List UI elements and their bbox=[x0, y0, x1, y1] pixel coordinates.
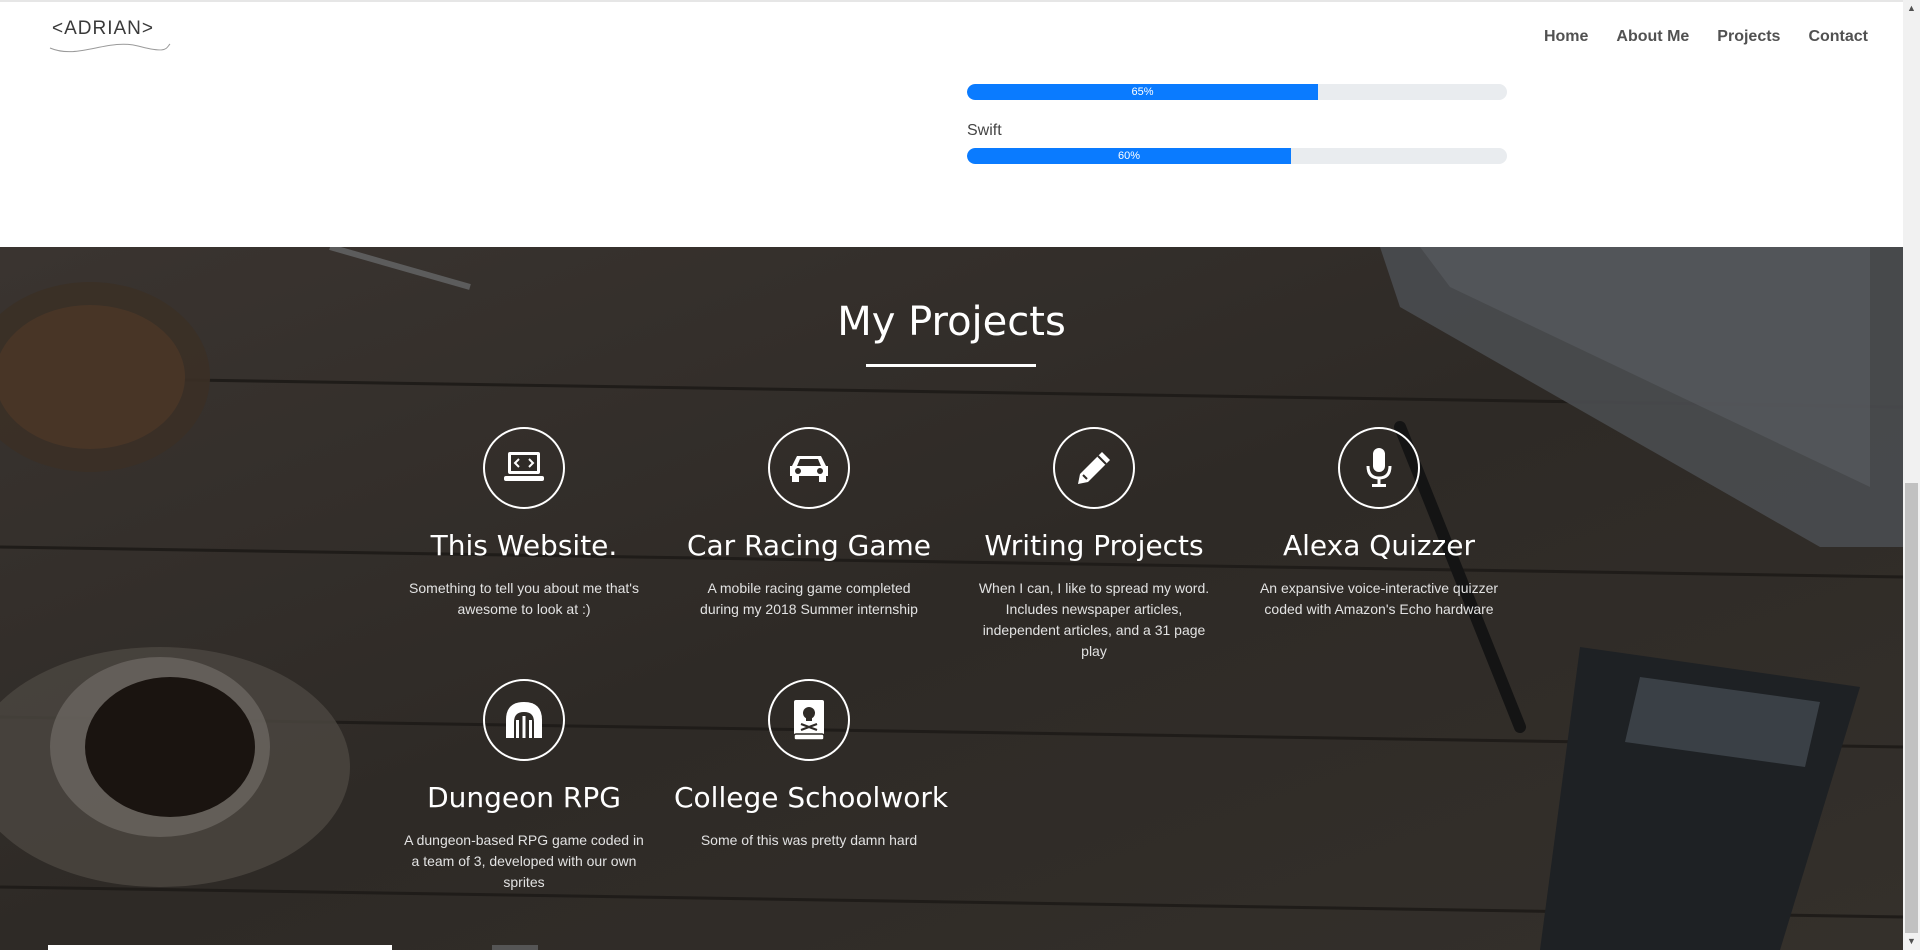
scroll-down-arrow-icon[interactable]: ▼ bbox=[1903, 933, 1920, 950]
project-card[interactable]: Car Racing Game A mobile racing game com… bbox=[674, 427, 944, 620]
book-skull-icon bbox=[793, 700, 825, 741]
project-title: This Website. bbox=[430, 529, 618, 562]
project-card[interactable]: College Schoolwork Some of this was pret… bbox=[674, 679, 949, 851]
project-title: Writing Projects bbox=[984, 529, 1204, 562]
project-icon-circle bbox=[1338, 427, 1420, 509]
project-description: Some of this was pretty damn hard bbox=[700, 832, 918, 848]
skill-progress-track: 65% bbox=[967, 84, 1507, 100]
page-scrollbar[interactable]: ▲ ▼ bbox=[1903, 0, 1920, 950]
project-description: When I can, I like to spread my word. In… bbox=[978, 580, 1210, 659]
car-icon bbox=[790, 456, 828, 482]
project-description: Something to tell you about me that's aw… bbox=[409, 580, 639, 617]
project-title: Car Racing Game bbox=[686, 529, 932, 562]
project-title: Dungeon RPG bbox=[427, 781, 621, 814]
footer-indicator bbox=[492, 945, 538, 950]
project-title: Alexa Quizzer bbox=[1283, 529, 1475, 562]
skill-item: 65% bbox=[967, 84, 1507, 100]
scroll-up-arrow-icon[interactable]: ▲ bbox=[1903, 0, 1920, 17]
project-icon-circle bbox=[483, 679, 565, 761]
nav-projects[interactable]: Projects bbox=[1717, 28, 1780, 46]
logo[interactable]: <ADRIAN> bbox=[48, 16, 172, 60]
project-description: A dungeon-based RPG game coded in a team… bbox=[404, 832, 644, 890]
skills-list: 65% Swift 60% bbox=[967, 84, 1507, 164]
nav-contact[interactable]: Contact bbox=[1808, 28, 1868, 46]
title-underline bbox=[866, 364, 1036, 367]
skill-item: Swift 60% bbox=[967, 122, 1507, 164]
project-card[interactable]: Alexa Quizzer An expansive voice-interac… bbox=[1244, 427, 1514, 620]
nav-about-me[interactable]: About Me bbox=[1616, 28, 1689, 46]
project-icon-circle bbox=[483, 427, 565, 509]
projects-section: My Projects This Website. Something to t… bbox=[0, 247, 1903, 950]
wood-desk-background bbox=[0, 247, 1903, 950]
project-description: A mobile racing game completed during my… bbox=[700, 580, 918, 617]
project-icon-circle bbox=[768, 679, 850, 761]
section-title: My Projects bbox=[837, 299, 1066, 345]
nav-home[interactable]: Home bbox=[1544, 28, 1588, 46]
project-card[interactable]: This Website. Something to tell you abou… bbox=[389, 427, 659, 620]
logo-swoosh-icon bbox=[49, 43, 171, 53]
project-title: College Schoolwork bbox=[674, 781, 949, 814]
skill-progress-track: 60% bbox=[967, 148, 1507, 164]
scrollbar-thumb[interactable] bbox=[1905, 483, 1918, 933]
project-icon-circle bbox=[768, 427, 850, 509]
skill-label: Swift bbox=[967, 122, 1002, 139]
project-card[interactable]: Writing Projects When I can, I like to s… bbox=[959, 427, 1229, 662]
site-header: <ADRIAN> Home About Me Projects Contact bbox=[0, 2, 1903, 72]
skill-progress-bar: 60% bbox=[967, 148, 1291, 164]
logo-text: <ADRIAN> bbox=[52, 18, 154, 39]
dungeon-icon bbox=[506, 702, 542, 738]
microphone-icon bbox=[1366, 448, 1392, 487]
skill-progress-bar: 65% bbox=[967, 84, 1318, 100]
project-icon-circle bbox=[1053, 427, 1135, 509]
footer-indicator bbox=[48, 945, 392, 950]
main-nav: Home About Me Projects Contact bbox=[1516, 28, 1868, 46]
pencil-icon bbox=[1078, 452, 1110, 484]
project-card[interactable]: Dungeon RPG A dungeon-based RPG game cod… bbox=[389, 679, 659, 893]
laptop-code-icon bbox=[504, 452, 544, 481]
project-description: An expansive voice-interactive quizzer c… bbox=[1259, 580, 1499, 617]
